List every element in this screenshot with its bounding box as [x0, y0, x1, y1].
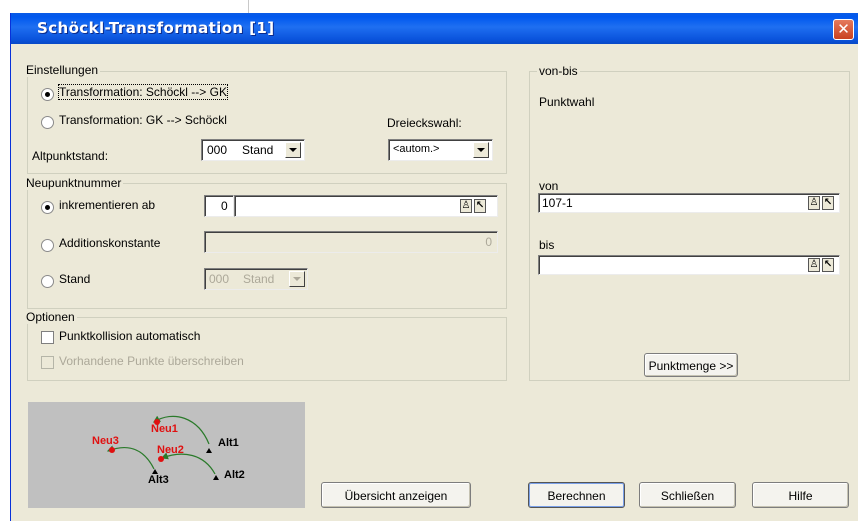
radio-additionskonstante-label[interactable]: Additionskonstante — [59, 236, 160, 250]
vorhandene-label[interactable]: Vorhandene Punkte überschreiben — [59, 354, 244, 368]
schliessen-button[interactable]: Schließen — [639, 482, 736, 508]
title-bar[interactable]: Schöckl-Transformation [1] ✕ — [11, 13, 858, 44]
window-title: Schöckl-Transformation [1] — [37, 19, 275, 37]
altpunktstand-select[interactable]: 000 Stand — [201, 139, 305, 161]
optionen-title: Optionen — [24, 310, 77, 324]
punktkollision-checkbox[interactable] — [41, 331, 54, 344]
radio-stand[interactable] — [41, 275, 54, 288]
point-picker-icon[interactable]: ♙ — [808, 196, 820, 210]
dreieckswahl-value: <autom.> — [393, 143, 440, 155]
cursor-select-icon[interactable]: ↖ — [822, 196, 834, 210]
radio-schoeckl-gk[interactable] — [41, 88, 54, 101]
background-window — [0, 0, 248, 13]
neu2-point — [158, 456, 164, 462]
alt2-point — [213, 475, 219, 480]
chevron-down-icon[interactable] — [285, 142, 301, 158]
radio-stand-label[interactable]: Stand — [59, 272, 90, 286]
neupunktnummer-title: Neupunktnummer — [24, 176, 124, 190]
arrow-alt2-neu2 — [160, 452, 216, 475]
inkrementieren-value: 0 — [221, 199, 228, 213]
chevron-down-icon[interactable] — [289, 271, 305, 287]
punktkollision-label[interactable]: Punktkollision automatisch — [59, 329, 200, 343]
stand-select[interactable]: 000 Stand — [204, 268, 308, 290]
cursor-select-icon[interactable]: ↖ — [822, 258, 834, 272]
schliessen-label: Schließen — [660, 489, 715, 503]
inkrementieren-start-field[interactable]: 0 — [204, 195, 234, 217]
neu1-label: Neu1 — [151, 423, 178, 435]
neu3-point — [109, 447, 115, 453]
dreieckswahl-label: Dreieckswahl: — [387, 116, 462, 130]
vonbis-group — [529, 71, 850, 381]
bis-label: bis — [539, 238, 555, 252]
berechnen-label: Berechnen — [547, 489, 606, 503]
radio-additionskonstante[interactable] — [41, 239, 54, 252]
additionskonstante-field[interactable]: 0 — [204, 231, 498, 253]
punktmenge-button[interactable]: Punktmenge >> — [644, 353, 738, 377]
radio-inkrementieren[interactable] — [41, 201, 54, 214]
optionen-group — [27, 317, 507, 381]
altpunktstand-text: Stand — [242, 143, 274, 157]
vorhandene-checkbox[interactable] — [41, 356, 54, 369]
uebersicht-button[interactable]: Übersicht anzeigen — [321, 482, 471, 508]
hilfe-label: Hilfe — [788, 489, 813, 503]
alt2-label: Alt2 — [224, 469, 245, 481]
punktmenge-label: Punktmenge >> — [648, 359, 734, 373]
cursor-select-icon[interactable]: ↖ — [474, 199, 486, 213]
neu2-label: Neu2 — [157, 444, 184, 456]
von-field[interactable]: 107-1 ♙ ↖ — [538, 193, 840, 213]
vonbis-title: von-bis — [537, 64, 580, 78]
alt1-point — [206, 448, 212, 453]
arrow-alt3-neu3 — [106, 445, 155, 470]
von-value: 107-1 — [542, 196, 573, 210]
radio-gk-schoeckl-label[interactable]: Transformation: GK --> Schöckl — [59, 113, 227, 127]
punktwahl-label: Punktwahl — [539, 95, 595, 109]
background-window-edge — [248, 0, 249, 13]
dreieckswahl-select[interactable]: <autom.> — [388, 139, 493, 161]
dialog-window: Schöckl-Transformation [1] ✕ Einstellung… — [10, 13, 858, 521]
close-button[interactable]: ✕ — [833, 19, 854, 40]
radio-gk-schoeckl[interactable] — [41, 116, 54, 129]
stand-number: 000 — [209, 272, 230, 286]
altpunktstand-number: 000 — [207, 143, 228, 157]
bis-field[interactable]: ♙ ↖ — [538, 255, 840, 275]
einstellungen-title: Einstellungen — [24, 63, 101, 77]
radio-inkrementieren-label[interactable]: inkrementieren ab — [59, 198, 155, 212]
radio-schoeckl-gk-label[interactable]: Transformation: Schöckl --> GK — [58, 84, 228, 100]
additionskonstante-value: 0 — [485, 235, 492, 249]
von-label: von — [539, 179, 559, 193]
neu3-label: Neu3 — [92, 435, 119, 447]
transformation-diagram: Neu1 Neu3 Neu2 Alt1 Alt3 Alt2 — [28, 402, 305, 508]
alt1-label: Alt1 — [218, 437, 239, 449]
inkrementieren-point-field[interactable]: ♙ ↖ — [234, 195, 498, 217]
close-icon: ✕ — [837, 20, 850, 38]
berechnen-button[interactable]: Berechnen — [528, 482, 625, 508]
hilfe-button[interactable]: Hilfe — [752, 482, 849, 508]
altpunktstand-label: Altpunktstand: — [32, 149, 109, 163]
point-picker-icon[interactable]: ♙ — [808, 258, 820, 272]
stand-text: Stand — [243, 272, 275, 286]
point-picker-icon[interactable]: ♙ — [460, 199, 472, 213]
chevron-down-icon[interactable] — [473, 142, 489, 158]
uebersicht-label: Übersicht anzeigen — [344, 489, 448, 503]
alt3-label: Alt3 — [148, 474, 169, 486]
